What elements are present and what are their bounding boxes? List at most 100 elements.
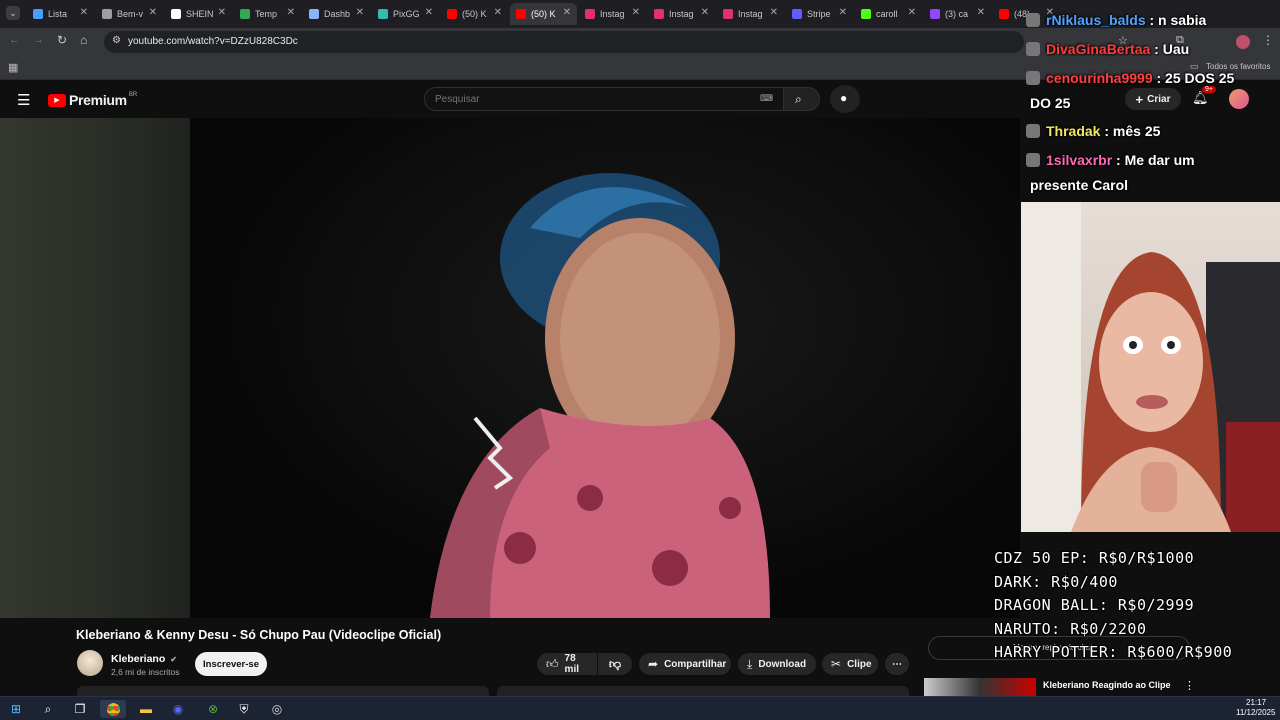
tab-close-icon[interactable]: ✕ bbox=[356, 7, 364, 18]
create-button[interactable]: + Criar bbox=[1125, 88, 1181, 110]
search-input[interactable] bbox=[435, 92, 755, 106]
keyboard-icon[interactable]: ⌨ bbox=[760, 93, 773, 104]
channel-avatar[interactable] bbox=[77, 650, 103, 676]
account-avatar[interactable] bbox=[1229, 89, 1249, 109]
browser-tab[interactable]: (50) K ✕ bbox=[510, 3, 577, 25]
tab-close-icon[interactable]: ✕ bbox=[701, 7, 709, 18]
tab-close-icon[interactable]: ✕ bbox=[563, 7, 571, 18]
security-shield-icon[interactable]: ⛨ bbox=[235, 700, 253, 718]
tab-close-icon[interactable]: ✕ bbox=[149, 7, 157, 18]
donation-goal: NARUTO: R$0/2200 bbox=[994, 619, 1147, 638]
chat-message-text: presente Carol bbox=[1030, 177, 1129, 193]
obs-icon[interactable]: ◎ bbox=[268, 700, 286, 718]
tab-favicon-icon bbox=[654, 9, 664, 19]
windows-start-icon[interactable]: ⊞ bbox=[7, 700, 25, 718]
search-button[interactable]: ⌕ bbox=[784, 87, 820, 111]
tab-favicon-icon bbox=[930, 9, 940, 19]
share-icon: ➦ bbox=[648, 657, 659, 671]
tab-close-icon[interactable]: ✕ bbox=[425, 7, 433, 18]
clip-button[interactable]: ✂ Clipe bbox=[822, 653, 878, 675]
browser-tab[interactable]: (50) K ✕ bbox=[441, 3, 508, 25]
tab-close-icon[interactable]: ✕ bbox=[908, 7, 916, 18]
tab-close-icon[interactable]: ✕ bbox=[287, 7, 295, 18]
tab-close-icon[interactable]: ✕ bbox=[770, 7, 778, 18]
menu-hamburger-icon[interactable]: ☰ bbox=[17, 91, 30, 109]
browser-tab[interactable]: Lista ✕ bbox=[27, 3, 94, 25]
donation-goal: CDZ 50 EP: R$0/R$1000 bbox=[994, 549, 1195, 567]
search-box[interactable]: ⌨ bbox=[424, 87, 784, 111]
more-actions-button[interactable]: ⋯ bbox=[885, 653, 909, 675]
tab-favicon-icon bbox=[723, 9, 733, 19]
chat-message-text: DO 25 bbox=[1030, 95, 1071, 111]
forward-icon[interactable]: → bbox=[33, 34, 44, 46]
search-taskbar-icon[interactable]: ⌕ bbox=[39, 700, 57, 718]
chat-message: DivaGinaBertaa : Uau bbox=[1026, 41, 1189, 57]
chat-badge-icon bbox=[1026, 13, 1040, 27]
share-button[interactable]: ➦ Compartilhar bbox=[639, 653, 731, 675]
chat-username: cenourinha9999 bbox=[1046, 70, 1153, 86]
browser-tab[interactable]: SHEIN ✕ bbox=[165, 3, 232, 25]
search-icon: ⌕ bbox=[795, 92, 802, 106]
channel-name-text[interactable]: Kleberiano bbox=[111, 653, 165, 665]
browser-menu-icon[interactable]: ⋮ bbox=[1262, 33, 1274, 47]
download-button[interactable]: ⤓ Download bbox=[738, 653, 816, 675]
subscribe-button[interactable]: Inscrever-se bbox=[195, 652, 267, 676]
related-more-icon[interactable]: ⋮ bbox=[1184, 679, 1195, 692]
chrome-icon[interactable] bbox=[100, 700, 126, 718]
taskbar-time[interactable]: 21:17 bbox=[1246, 698, 1266, 707]
youtube-logo-text: Premium bbox=[69, 92, 127, 108]
url-text[interactable]: youtube.com/watch?v=DZzU828C3Dc bbox=[128, 36, 298, 47]
related-video-thumbnail[interactable] bbox=[924, 678, 1036, 696]
browser-tab[interactable]: Temp ✕ bbox=[234, 3, 301, 25]
tab-close-icon[interactable]: ✕ bbox=[494, 7, 502, 18]
windows-taskbar: ⊞ ⌕ ❐ ▬ ◉ ⊗ ⛨ ◎ 21:17 11/12/2025 bbox=[0, 696, 1280, 720]
notification-badge: 9+ bbox=[1202, 86, 1216, 93]
related-video-title[interactable]: Kleberiano Reagindo ao Clipe bbox=[1043, 680, 1171, 690]
browser-tab[interactable]: Instag ✕ bbox=[717, 3, 784, 25]
browser-tab[interactable]: (3) ca ✕ bbox=[924, 3, 991, 25]
tab-close-icon[interactable]: ✕ bbox=[218, 7, 226, 18]
chat-message-text: : n sabia bbox=[1145, 12, 1207, 28]
taskbar-date[interactable]: 11/12/2025 bbox=[1236, 708, 1275, 717]
tab-close-icon[interactable]: ✕ bbox=[632, 7, 640, 18]
channel-name[interactable]: Kleberiano ✔ bbox=[111, 653, 177, 665]
chat-badge-icon bbox=[1026, 42, 1040, 56]
chat-message-text: : mês 25 bbox=[1100, 123, 1161, 139]
chat-username: Thradak bbox=[1046, 123, 1101, 139]
discord-icon[interactable]: ◉ bbox=[169, 700, 187, 718]
notifications-button[interactable]: 🔔︎ 9+ bbox=[1192, 86, 1216, 109]
address-bar[interactable]: ⚙ youtube.com/watch?v=DZzU828C3Dc bbox=[104, 31, 1024, 53]
tab-close-icon[interactable]: ✕ bbox=[839, 7, 847, 18]
browser-tab[interactable]: Dashb ✕ bbox=[303, 3, 370, 25]
youtube-logo[interactable]: ▶ Premium BR bbox=[48, 92, 137, 108]
browser-tab[interactable]: PixGG ✕ bbox=[372, 3, 439, 25]
video-player[interactable] bbox=[190, 118, 1020, 618]
voice-search-button[interactable]: ● bbox=[830, 85, 860, 113]
reload-icon[interactable]: ↻ bbox=[57, 33, 67, 47]
site-info-icon[interactable]: ⚙ bbox=[112, 35, 121, 46]
browser-tab[interactable]: Instag ✕ bbox=[648, 3, 715, 25]
xbox-icon[interactable]: ⊗ bbox=[204, 700, 222, 718]
tab-close-icon[interactable]: ✕ bbox=[977, 7, 985, 18]
browser-tab[interactable]: Instag ✕ bbox=[579, 3, 646, 25]
browser-tab[interactable]: Bem-v ✕ bbox=[96, 3, 163, 25]
dislike-button[interactable]: 👎︎ bbox=[598, 653, 632, 675]
browser-tab[interactable]: Stripe ✕ bbox=[786, 3, 853, 25]
back-icon[interactable]: ← bbox=[9, 34, 20, 46]
like-button[interactable]: 👍︎ 78 mil bbox=[537, 653, 597, 675]
home-icon[interactable]: ⌂ bbox=[80, 33, 87, 47]
chat-message: 1silvaxrbr : Me dar um bbox=[1026, 152, 1195, 168]
video-frame-image bbox=[430, 173, 770, 618]
tab-close-icon[interactable]: ✕ bbox=[80, 7, 88, 18]
video-title: Kleberiano & Kenny Desu - Só Chupo Pau (… bbox=[76, 628, 442, 642]
tab-favicon-icon bbox=[516, 9, 526, 19]
tab-favicon-icon bbox=[861, 9, 871, 19]
chat-badge-icon bbox=[1026, 124, 1040, 138]
file-explorer-icon[interactable]: ▬ bbox=[137, 700, 155, 718]
browser-tab[interactable]: caroll ✕ bbox=[855, 3, 922, 25]
task-view-icon[interactable]: ❐ bbox=[71, 700, 89, 718]
profile-avatar[interactable] bbox=[1236, 35, 1250, 49]
chat-message: cenourinha9999 : 25 DOS 25 bbox=[1026, 70, 1234, 86]
tab-list-dropdown-icon[interactable]: ⌄ bbox=[6, 6, 20, 20]
apps-grid-icon[interactable]: ▦ bbox=[8, 61, 18, 74]
